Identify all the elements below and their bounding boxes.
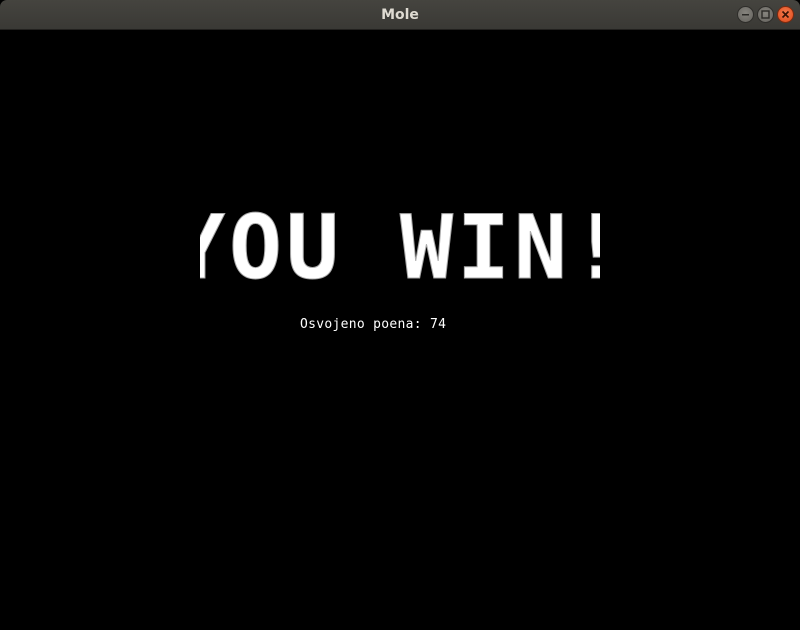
win-headline: YOU WIN! bbox=[200, 202, 600, 292]
maximize-icon bbox=[761, 10, 770, 19]
score-label: Osvojeno poena: bbox=[300, 317, 422, 332]
minimize-button[interactable] bbox=[737, 6, 754, 23]
app-window: Mole YOU WIN! Osvojeno poena: 74 bbox=[0, 0, 800, 630]
maximize-button[interactable] bbox=[757, 6, 774, 23]
close-button[interactable] bbox=[777, 6, 794, 23]
win-headline-text: YOU WIN! bbox=[200, 202, 600, 292]
window-controls bbox=[737, 6, 794, 24]
close-icon bbox=[781, 10, 790, 19]
window-title: Mole bbox=[381, 7, 419, 23]
score-line: Osvojeno poena: 74 bbox=[300, 317, 446, 332]
score-value: 74 bbox=[430, 317, 447, 332]
minimize-icon bbox=[742, 14, 749, 16]
game-screen: YOU WIN! Osvojeno poena: 74 bbox=[0, 30, 800, 630]
title-bar[interactable]: Mole bbox=[0, 0, 800, 30]
